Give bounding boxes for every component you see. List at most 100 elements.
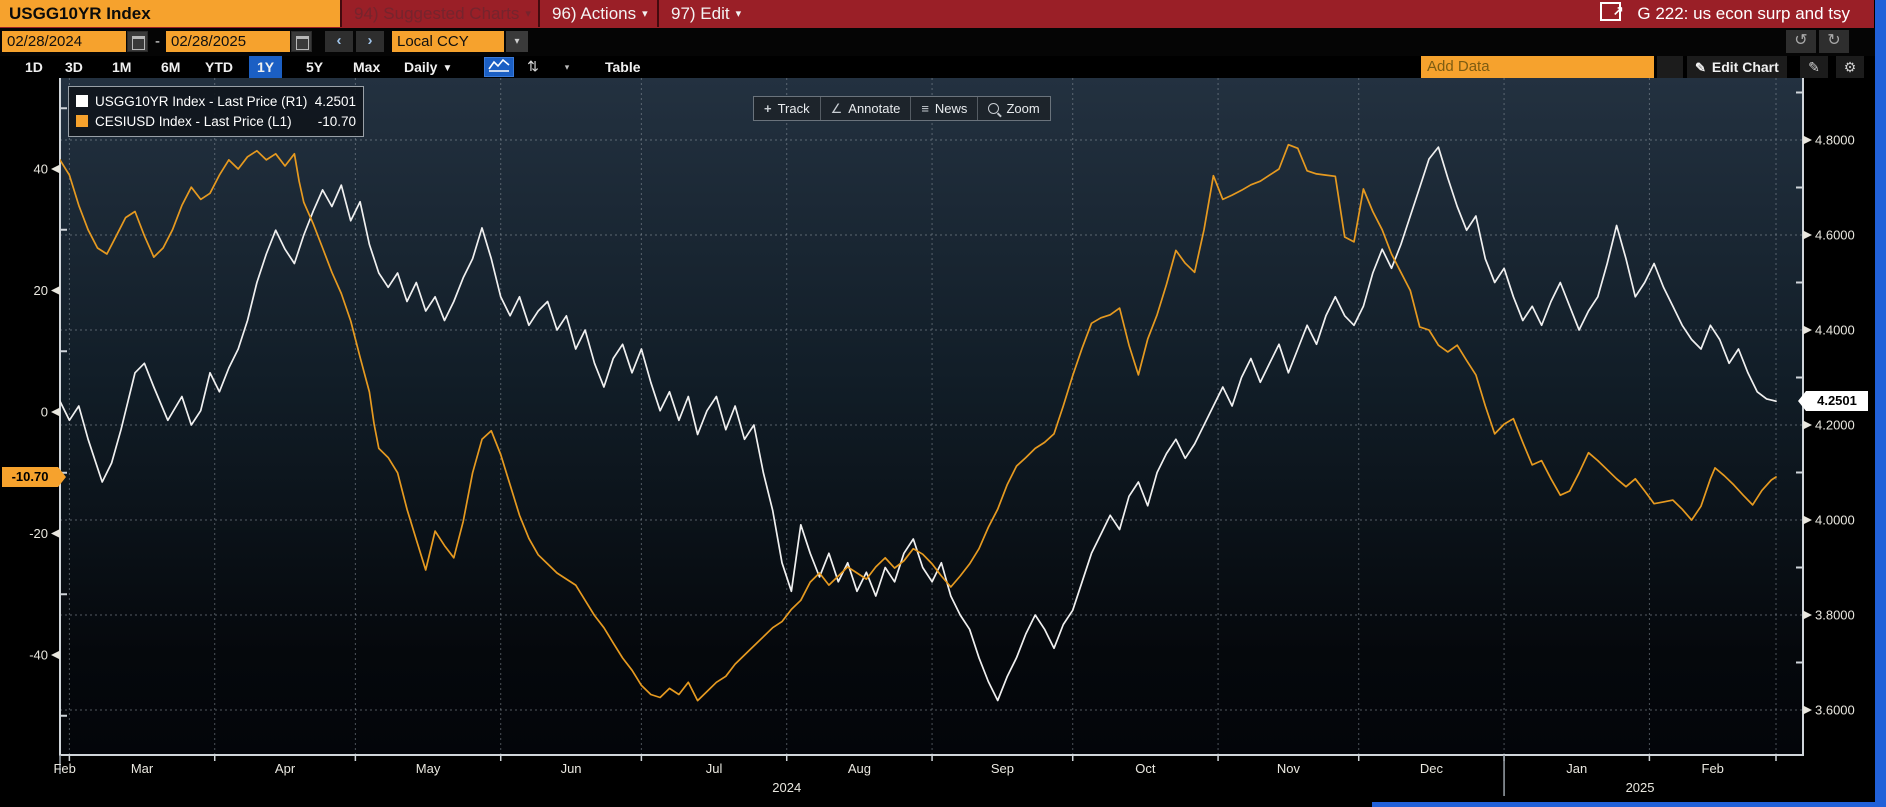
track-label: Track [778,101,810,116]
gear-icon: ⚙ [1844,59,1857,75]
right-axis-tick-label: 4.0000 [1815,513,1855,528]
right-axis-tick-label: 4.4000 [1815,323,1855,338]
external-link-icon[interactable]: ↗ [1600,2,1621,21]
zoom-button[interactable]: Zoom [977,97,1049,120]
month-label: Nov [1277,761,1301,776]
chevron-down-icon: ▾ [642,8,648,20]
usgg10yr-swatch-icon [76,95,88,107]
redo-button[interactable]: ↻ [1819,30,1849,53]
right-axis-tick-label: 4.6000 [1815,228,1855,243]
chevron-down-icon: ▾ [736,8,742,20]
start-date-input[interactable]: 02/28/2024 [2,31,126,52]
axis-compare-icon[interactable]: ⇅ [520,57,546,77]
month-label: Jul [706,761,723,776]
security-ticker-input[interactable]: USGG10YR Index [0,0,340,27]
left-tick-arrow-icon [51,165,60,174]
plot-background [60,78,1803,755]
chevron-down-icon: ▼ [442,63,452,74]
annotate-icon: ∠ [831,101,843,117]
range-1d-button[interactable]: 1D [17,56,51,78]
news-label: News [935,101,968,116]
top-menu-bar: USGG10YR Index 94) Suggested Charts ▾ 96)… [0,0,1874,29]
range-max-button[interactable]: Max [345,56,388,78]
right-axis-tick-label: 3.6000 [1815,703,1855,718]
line-chart-type-button[interactable] [484,57,514,77]
legend-label: CESIUSD Index - Last Price (L1) [95,114,292,129]
menu-suggested-charts[interactable]: 94) Suggested Charts ▾ [340,0,543,27]
currency-caret-button[interactable]: ▾ [506,31,528,52]
magnifier-icon [988,103,999,114]
calendar-icon[interactable] [291,31,312,52]
date-settings-bar: 02/28/2024 - 02/28/2025 ‹ › Local CCY ▾ … [0,28,1886,56]
month-label: Dec [1420,761,1444,776]
chart-tools-bar: + Track ∠ Annotate ≡ News Zoom [753,96,1051,121]
menu-edit[interactable]: 97) Edit ▾ [657,0,753,27]
menu-actions[interactable]: 96) Actions ▾ [538,0,660,27]
month-label: Mar [131,761,154,776]
chart-legend[interactable]: USGG10YR Index - Last Price (R1) 4.2501 … [68,86,364,137]
next-period-button[interactable]: › [356,31,384,52]
annotate-settings-button[interactable]: ✎ [1800,56,1828,78]
range-3d-button[interactable]: 3D [57,56,91,78]
month-label: Aug [848,761,871,776]
range-6m-button[interactable]: 6M [153,56,188,78]
window-edge-bottom [1372,802,1886,807]
chart-toolbar: 1D 3D 1M 6M YTD 1Y 5Y Max Daily ▼ ⇅ ▾ Tab… [0,56,1886,78]
right-tick-arrow-icon [1803,231,1812,240]
left-axis-tick-label: -40 [29,648,48,663]
range-5y-button[interactable]: 5Y [298,56,331,78]
right-tick-arrow-icon [1803,421,1812,430]
cesiusd-swatch-icon [76,115,88,127]
month-label: Feb [1702,761,1724,776]
end-date-input[interactable]: 02/28/2025 [166,31,290,52]
right-tick-arrow-icon [1803,611,1812,620]
period-select[interactable]: Daily ▼ [404,56,452,78]
add-data-input[interactable]: Add Data [1421,56,1654,78]
calendar-icon[interactable] [127,31,148,52]
month-label: Feb [53,761,75,776]
right-tick-arrow-icon [1803,516,1812,525]
zoom-label: Zoom [1006,101,1039,116]
news-button[interactable]: ≡ News [910,97,977,120]
currency-select[interactable]: Local CCY [392,31,504,52]
menu-edit-label: 97) Edit [671,4,730,23]
left-axis-last-value-tag: -10.70 [2,467,58,487]
track-button[interactable]: + Track [754,97,820,120]
prev-period-button[interactable]: ‹ [325,31,353,52]
window-edge-right [1875,0,1886,807]
chevron-down-icon: ▾ [525,8,531,20]
range-1m-button[interactable]: 1M [104,56,139,78]
news-lines-icon: ≡ [921,101,929,116]
left-tick-arrow-icon [51,408,60,417]
year-label: 2024 [772,780,801,795]
legend-row-usgg10yr: USGG10YR Index - Last Price (R1) 4.2501 [76,91,356,111]
month-label: May [416,761,441,776]
range-ytd-button[interactable]: YTD [197,56,241,78]
chart-title: G 222: us econ surp and tsy [1637,4,1850,23]
legend-value: 4.2501 [315,94,356,109]
pencil-icon: ✎ [1695,60,1706,75]
legend-label: USGG10YR Index - Last Price (R1) [95,94,307,109]
left-tick-arrow-icon [51,651,60,660]
left-axis-tick-label: 40 [34,162,48,177]
right-tick-arrow-icon [1803,706,1812,715]
annotate-label: Annotate [848,101,900,116]
chart-type-caret-button[interactable]: ▾ [557,57,577,77]
annotate-button[interactable]: ∠ Annotate [820,97,911,120]
left-axis-tick-label: 20 [34,283,48,298]
month-label: Apr [275,761,296,776]
legend-value: -10.70 [318,114,356,129]
range-1y-button[interactable]: 1Y [249,56,282,78]
collapse-panel-button[interactable] [1657,56,1683,78]
note-pencil-icon: ✎ [1808,59,1820,75]
chart-settings-button[interactable]: ⚙ [1836,56,1864,78]
edit-chart-label: Edit Chart [1712,59,1779,75]
undo-button[interactable]: ↺ [1786,30,1816,53]
year-label: 2025 [1626,780,1655,795]
menu-suggested-charts-label: 94) Suggested Charts [354,4,519,23]
legend-row-cesiusd: CESIUSD Index - Last Price (L1) -10.70 [76,111,356,131]
period-label: Daily [404,59,437,75]
table-button[interactable]: Table [605,56,641,78]
edit-chart-button[interactable]: ✎ Edit Chart [1687,56,1787,78]
menu-actions-label: 96) Actions [552,4,636,23]
